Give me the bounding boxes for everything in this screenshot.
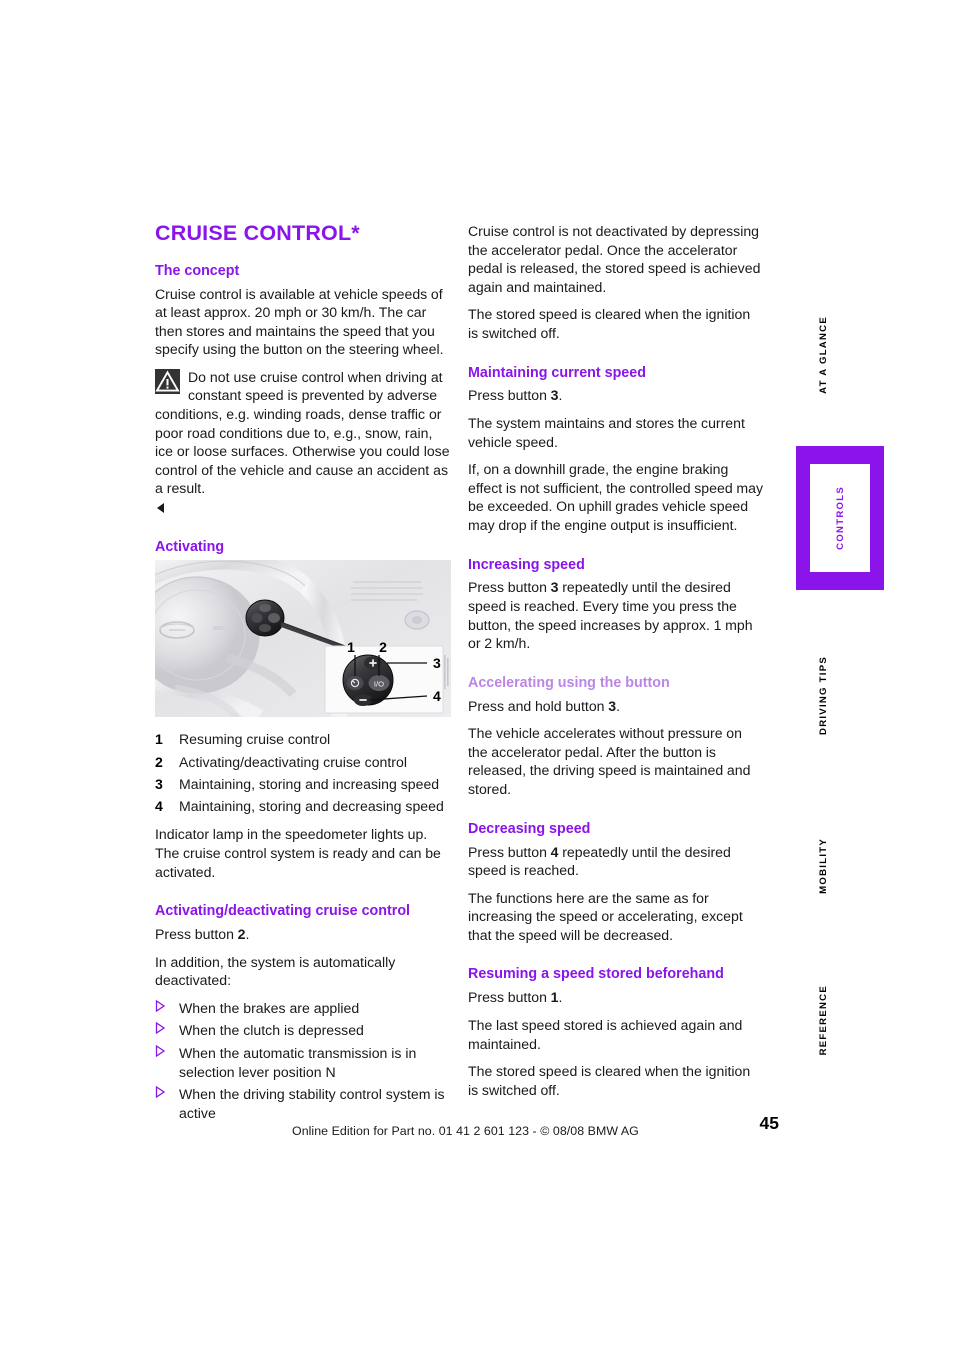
button-io-label: I/O xyxy=(374,680,384,689)
press-button-prefix: Press button xyxy=(468,843,551,860)
warning-text: Do not use cruise control when driving a… xyxy=(155,368,450,497)
concept-paragraph: Cruise control is available at vehicle s… xyxy=(155,285,444,358)
sidebar-tab-controls[interactable]: CONTROLS xyxy=(796,446,884,590)
list-item-label: When the brakes are applied xyxy=(179,999,360,1016)
footer-edition-notice: Online Edition for Part no. 01 41 2 601 … xyxy=(292,1124,639,1138)
sidebar-tab-label: CONTROLS xyxy=(834,486,846,550)
heading-activating-deactivating: Activating/deactivating cruise control xyxy=(155,903,411,920)
legend-item: 2 Activating/deactivating cruise control xyxy=(155,753,451,772)
button-number: 3 xyxy=(608,697,617,714)
page-title: CRUISE CONTROL* xyxy=(155,221,360,245)
decreasing-paragraph: The functions here are the same as for i… xyxy=(468,889,743,943)
press-button-prefix: Press and hold button xyxy=(468,697,609,714)
figure-callout-3: 3 xyxy=(433,655,441,671)
auto-deactivate-list: When the brakes are applied When the clu… xyxy=(155,999,451,1123)
sidebar-tab-label: MOBILITY xyxy=(817,838,829,894)
heading-maintaining-current-speed: Maintaining current speed xyxy=(468,364,646,381)
triangle-bullet-icon xyxy=(155,1044,179,1081)
list-item-label: When the driving stability control syste… xyxy=(179,1086,445,1121)
legend-item: 1 Resuming cruise control xyxy=(155,730,451,749)
accelerating-paragraph: The vehicle accelerates without pressure… xyxy=(468,725,751,798)
resuming-paragraph-1: The last speed stored is achieved again … xyxy=(468,1016,743,1052)
list-item-label: When the automatic transmission is in se… xyxy=(179,1044,417,1080)
legend-number: 3 xyxy=(155,775,163,792)
sidebar-tab-mobility[interactable]: MOBILITY xyxy=(806,816,840,916)
heading-the-concept: The concept xyxy=(155,262,240,279)
figure-callout-2: 2 xyxy=(379,639,387,655)
press-button-suffix: . xyxy=(245,926,250,942)
legend-item: 4 Maintaining, storing and decreasing sp… xyxy=(155,797,451,816)
heading-increasing-speed: Increasing speed xyxy=(468,556,585,573)
list-item: When the clutch is depressed xyxy=(155,1021,451,1040)
press-button-prefix: Press button xyxy=(468,579,551,596)
button-number: 1 xyxy=(550,989,559,1006)
legend-label: Maintaining, storing and decreasing spee… xyxy=(179,797,444,814)
press-button-prefix: Press button xyxy=(468,989,551,1006)
resuming-press-button: Press button 1. xyxy=(468,988,764,1007)
figure-legend: 1 Resuming cruise control 2 Activating/d… xyxy=(155,730,451,815)
left-column: CRUISE CONTROL* The concept Cruise contr… xyxy=(155,221,451,1126)
continued-paragraph-1: Cruise control is not deactivated by dep… xyxy=(468,223,761,295)
list-item: When the driving stability control syste… xyxy=(155,1085,451,1122)
warning-end-marker-icon xyxy=(157,503,164,514)
increasing-press-button: Press button 3 repeatedly until the desi… xyxy=(468,578,764,652)
accelerating-press-button: Press and hold button 3. xyxy=(468,697,764,716)
heading-decreasing-speed: Decreasing speed xyxy=(468,820,591,837)
press-button-prefix: Press button xyxy=(468,387,551,404)
triangle-bullet-icon xyxy=(155,999,179,1018)
button-number: 3 xyxy=(550,579,559,596)
warning-block: Do not use cruise control when driving a… xyxy=(155,368,451,517)
continued-paragraph-2: The stored speed is cleared when the ign… xyxy=(468,306,751,341)
press-button-2-line: Press button 2. xyxy=(155,925,451,944)
legend-label: Activating/deactivating cruise control xyxy=(179,753,407,770)
heading-activating: Activating xyxy=(155,538,225,555)
press-button-suffix: . xyxy=(558,989,563,1006)
legend-label: Maintaining, storing and increasing spee… xyxy=(179,775,440,792)
press-button-prefix: Press button xyxy=(155,926,238,942)
activating-paragraph: Indicator lamp in the speedometer lights… xyxy=(155,826,441,880)
sidebar-tab-at-a-glance[interactable]: AT A GLANCE xyxy=(806,300,840,410)
heading-accelerating-using-the-button: Accelerating using the button xyxy=(468,674,670,691)
list-item: When the brakes are applied xyxy=(155,999,451,1018)
maintaining-press-button: Press button 3. xyxy=(468,386,764,405)
steering-wheel-figure: I/O 1 2 3 4 xyxy=(155,560,451,718)
legend-item: 3 Maintaining, storing and increasing sp… xyxy=(155,775,451,794)
triangle-bullet-icon xyxy=(155,1021,179,1040)
legend-label: Resuming cruise control xyxy=(179,731,331,748)
page-number: 45 xyxy=(759,1113,779,1133)
sidebar-tab-driving-tips[interactable]: DRIVING TIPS xyxy=(806,640,840,750)
resuming-paragraph-2: The stored speed is cleared when the ign… xyxy=(468,1063,751,1098)
press-button-suffix: . xyxy=(616,697,620,714)
right-column: Cruise control is not deactivated by dep… xyxy=(468,222,764,1108)
button-number: 3 xyxy=(550,387,559,404)
legend-number: 1 xyxy=(155,731,163,748)
auto-deactivate-intro: In addition, the system is automatically… xyxy=(155,953,396,989)
legend-number: 2 xyxy=(155,753,163,770)
manual-page: CRUISE CONTROL* The concept Cruise contr… xyxy=(0,0,954,1350)
button-number: 4 xyxy=(550,843,559,860)
maintaining-paragraph-1: The system maintains and stores the curr… xyxy=(468,415,745,450)
warning-triangle-icon xyxy=(155,368,180,394)
sidebar-tab-label: REFERENCE xyxy=(817,985,829,1056)
sidebar-tab-label: AT A GLANCE xyxy=(817,316,829,394)
press-button-suffix: . xyxy=(558,387,563,404)
sidebar-tab-reference[interactable]: REFERENCE xyxy=(806,968,840,1073)
button-number: 2 xyxy=(237,926,246,942)
heading-resuming-stored-speed: Resuming a speed stored beforehand xyxy=(468,966,724,983)
figure-callout-1: 1 xyxy=(347,639,355,655)
maintaining-paragraph-2: If, on a downhill grade, the engine brak… xyxy=(468,461,764,533)
list-item-label: When the clutch is depressed xyxy=(179,1022,364,1039)
decreasing-press-button: Press button 4 repeatedly until the desi… xyxy=(468,843,764,880)
figure-callout-4: 4 xyxy=(433,688,441,704)
sidebar-tab-label: DRIVING TIPS xyxy=(817,655,829,735)
list-item: When the automatic transmission is in se… xyxy=(155,1044,451,1081)
legend-number: 4 xyxy=(155,797,163,814)
triangle-bullet-icon xyxy=(155,1085,179,1122)
wheel-cruise-button xyxy=(245,599,285,637)
